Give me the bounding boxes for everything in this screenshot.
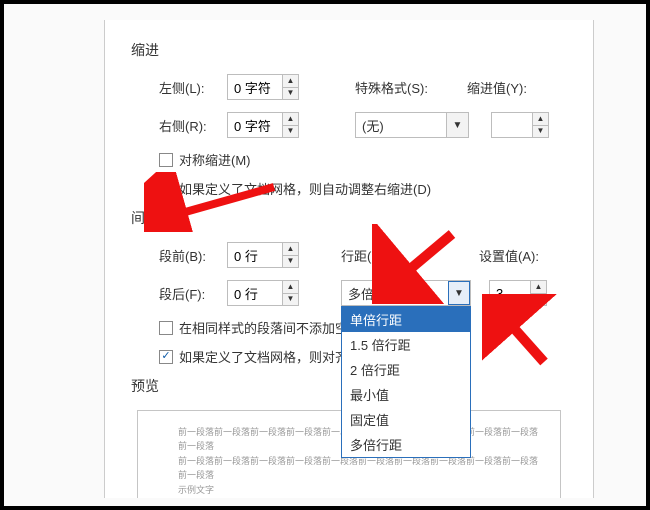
spacing-before-row: 段前(B): ▲ ▼ 行距(N): 设置值(A):	[159, 242, 567, 268]
auto-adjust-row: 如果定义了文档网格，则自动调整右缩进(D)	[159, 179, 567, 198]
preview-line: 示例文字	[178, 483, 540, 497]
indent-right-label: 右侧(R):	[159, 116, 219, 135]
indent-value-spinner[interactable]: ▲ ▼	[491, 112, 549, 138]
before-spinner[interactable]: ▲ ▼	[227, 242, 299, 268]
indent-left-input[interactable]	[228, 75, 282, 99]
chevron-up-icon[interactable]: ▲	[283, 113, 298, 126]
chevron-down-icon[interactable]: ▼	[533, 126, 548, 138]
before-label: 段前(B):	[159, 246, 219, 265]
snap-grid-checkbox[interactable]	[159, 350, 173, 364]
indent-section-title: 缩进	[131, 40, 567, 60]
chevron-up-icon[interactable]: ▲	[283, 75, 298, 88]
line-spacing-dropdown: 单倍行距 1.5 倍行距 2 倍行距 最小值 固定值 多倍行距	[341, 306, 471, 458]
chevron-down-icon[interactable]: ▼	[283, 294, 298, 306]
chevron-up-icon[interactable]: ▲	[283, 243, 298, 256]
indent-value-label: 缩进值(Y):	[467, 78, 535, 97]
chevron-up-icon[interactable]: ▲	[531, 281, 546, 294]
chevron-down-icon[interactable]: ▼	[446, 113, 468, 137]
set-value-input[interactable]	[490, 281, 530, 305]
chevron-up-icon[interactable]: ▲	[283, 281, 298, 294]
mirror-indent-label: 对称缩进(M)	[179, 150, 251, 169]
dropdown-option-2[interactable]: 2 倍行距	[342, 357, 470, 382]
indent-value-input[interactable]	[492, 113, 532, 137]
indent-left-spinner[interactable]: ▲ ▼	[227, 74, 299, 100]
dropdown-option-single[interactable]: 单倍行距	[342, 307, 470, 332]
indent-left-label: 左侧(L):	[159, 78, 219, 97]
indent-left-row: 左侧(L): ▲ ▼ 特殊格式(S): 缩进值(Y):	[159, 74, 567, 100]
chevron-down-icon[interactable]: ▼	[283, 88, 298, 100]
auto-adjust-label: 如果定义了文档网格，则自动调整右缩进(D)	[179, 179, 431, 198]
spacing-after-row: 段后(F): ▲ ▼ 多倍行距 ▼ 单倍行距 1.5 倍行距 2 倍行距 最小值…	[159, 280, 567, 306]
after-spinner[interactable]: ▲ ▼	[227, 280, 299, 306]
dropdown-option-1-5[interactable]: 1.5 倍行距	[342, 332, 470, 357]
line-spacing-select[interactable]: 多倍行距 ▼ 单倍行距 1.5 倍行距 2 倍行距 最小值 固定值 多倍行距	[341, 280, 471, 306]
chevron-down-icon[interactable]: ▼	[531, 294, 546, 306]
special-format-value: (无)	[356, 113, 446, 137]
special-format-label: 特殊格式(S):	[355, 78, 445, 97]
dropdown-option-fixed[interactable]: 固定值	[342, 407, 470, 432]
after-label: 段后(F):	[159, 284, 219, 303]
no-space-same-checkbox[interactable]	[159, 321, 173, 335]
auto-adjust-checkbox[interactable]	[159, 182, 173, 196]
chevron-down-icon[interactable]: ▼	[283, 126, 298, 138]
line-spacing-label: 行距(N):	[341, 246, 431, 265]
dropdown-option-min[interactable]: 最小值	[342, 382, 470, 407]
before-input[interactable]	[228, 243, 282, 267]
special-format-select[interactable]: (无) ▼	[355, 112, 469, 138]
mirror-indent-checkbox[interactable]	[159, 153, 173, 167]
after-input[interactable]	[228, 281, 282, 305]
paragraph-dialog: 缩进 左侧(L): ▲ ▼ 特殊格式(S): 缩进值(Y): 右侧(R): ▲ …	[104, 20, 594, 498]
preview-line: 前一段落前一段落前一段落前一段落前一段落前一段落前一段落前一段落前一段落前一段落…	[178, 454, 540, 483]
chevron-down-icon[interactable]: ▼	[448, 281, 470, 305]
chevron-down-icon[interactable]: ▼	[283, 256, 298, 268]
line-spacing-value: 多倍行距	[342, 281, 448, 305]
indent-right-input[interactable]	[228, 113, 282, 137]
indent-right-spinner[interactable]: ▲ ▼	[227, 112, 299, 138]
screenshot-frame: 缩进 左侧(L): ▲ ▼ 特殊格式(S): 缩进值(Y): 右侧(R): ▲ …	[0, 0, 650, 510]
mirror-indent-row: 对称缩进(M)	[159, 150, 567, 169]
spacing-section-title: 间距	[131, 208, 567, 228]
no-space-same-label: 在相同样式的段落间不添加空格	[179, 318, 361, 337]
chevron-up-icon[interactable]: ▲	[533, 113, 548, 126]
set-value-spinner[interactable]: ▲ ▼	[489, 280, 547, 306]
set-value-label: 设置值(A):	[479, 246, 547, 265]
dropdown-option-multiple[interactable]: 多倍行距	[342, 432, 470, 457]
indent-right-row: 右侧(R): ▲ ▼ (无) ▼ ▲ ▼	[159, 112, 567, 138]
